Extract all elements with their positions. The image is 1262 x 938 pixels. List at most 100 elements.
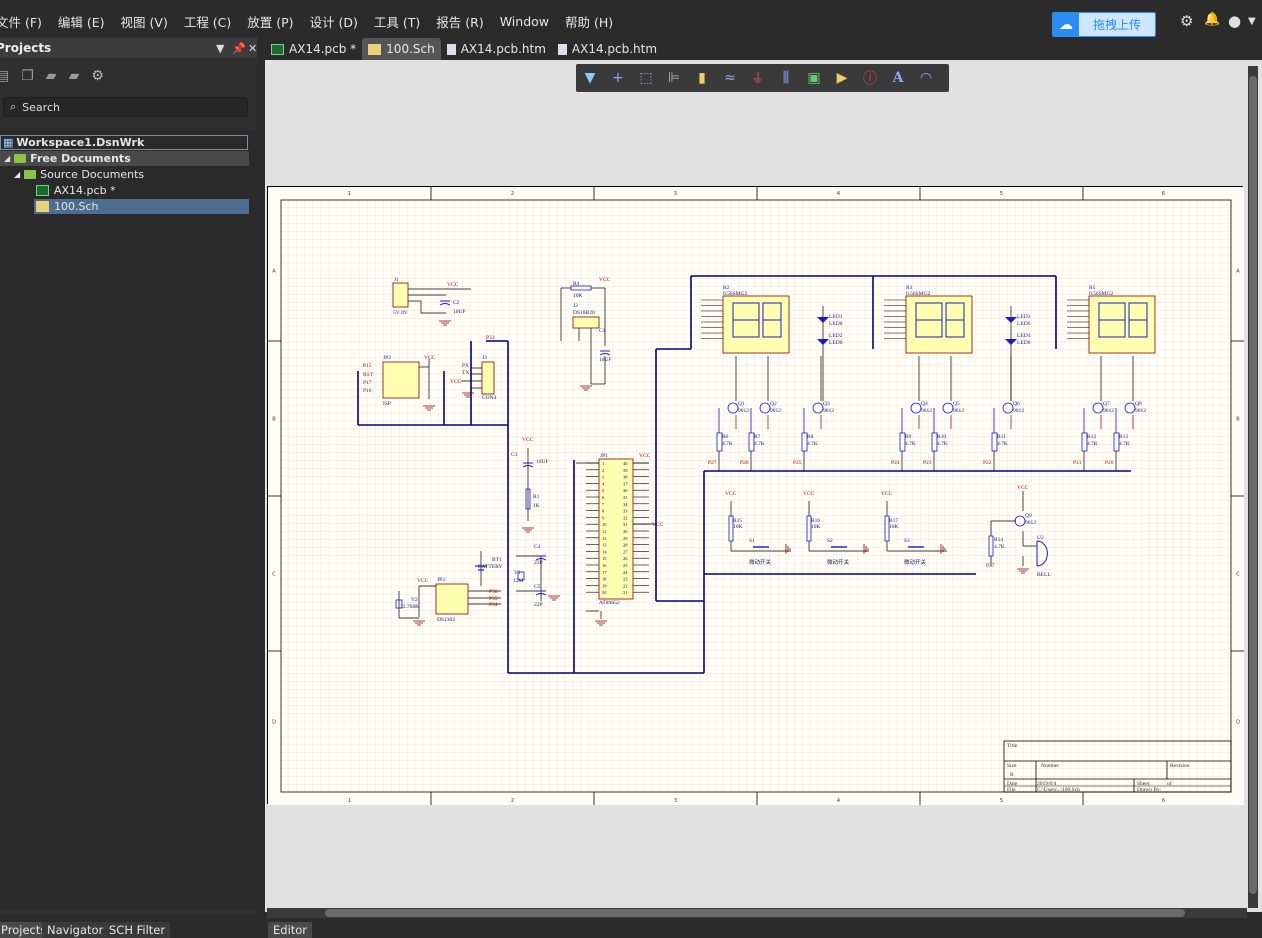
value-label: BELL — [1037, 572, 1051, 578]
menu-edit[interactable]: 编辑 (E) — [58, 12, 105, 31]
designator-label: LED3 — [1017, 314, 1031, 320]
scroll-thumb[interactable] — [325, 909, 1185, 917]
pin-number: 33 — [623, 509, 628, 514]
designator-label: U2 — [1037, 535, 1044, 541]
value-label: 微动开关 — [827, 558, 850, 566]
tab-ax14-pcb[interactable]: AX14.pcb * — [265, 38, 362, 60]
value-label: 4.7K — [722, 441, 733, 447]
menu-help[interactable]: 帮助 (H) — [565, 12, 613, 31]
pin-icon[interactable]: 📌 — [232, 42, 246, 55]
designator-label: JP1 — [600, 453, 608, 459]
align-icon[interactable]: ⊫ — [660, 70, 688, 86]
pin-number: 34 — [623, 502, 628, 507]
pin-number: 13 — [602, 543, 607, 548]
value-label: 32.768K — [400, 604, 419, 610]
tree-label: AX14.pcb * — [54, 184, 116, 197]
tree-item-100-sch[interactable]: 100.Sch — [34, 199, 249, 214]
arc-icon[interactable]: ◠ — [912, 70, 940, 86]
folder-icon — [24, 170, 37, 179]
settings-icon[interactable]: ⚙ — [91, 68, 104, 84]
wire-icon[interactable]: ≈ — [716, 70, 744, 86]
text-icon[interactable]: A — [884, 70, 912, 86]
zone-label-4: 4 — [837, 191, 840, 197]
value-label: 9012 — [1135, 408, 1146, 414]
filter-icon[interactable]: ▼ — [576, 70, 604, 86]
zone-label-1: 1 — [348, 191, 351, 197]
tree-item-workspace[interactable]: ▦ Workspace1.DsnWrk — [0, 135, 248, 150]
panel-menu-icon[interactable]: ▼ — [216, 42, 224, 55]
tab-sch-filter[interactable]: SCH Filter — [104, 922, 171, 938]
panel-toolbar: ▤ ❐ ▰ ▰ ⚙ — [0, 64, 257, 88]
header-jp2 — [382, 361, 420, 399]
crosshair-icon[interactable]: + — [604, 70, 632, 86]
menu-tools[interactable]: 工具 (T) — [374, 12, 420, 31]
chevron-down-icon[interactable]: ▼ — [1248, 16, 1256, 27]
tab-navigator[interactable]: Navigator — [42, 922, 109, 938]
value-label: LED0 — [829, 340, 843, 346]
select-rect-icon[interactable]: ⬚ — [632, 70, 660, 86]
designator-label: R4 — [573, 281, 580, 287]
pin-number: 2 — [602, 468, 604, 473]
port-icon[interactable]: ▶ — [828, 70, 856, 86]
tab-100-sch[interactable]: 100.Sch — [362, 38, 441, 60]
tree-item-ax14-pcb[interactable]: AX14.pcb * — [36, 183, 116, 198]
menu-project[interactable]: 工程 (C) — [184, 12, 231, 31]
gear-icon[interactable]: ⚙ — [1180, 12, 1193, 30]
save-icon[interactable]: ▤ — [0, 68, 9, 84]
scroll-thumb[interactable] — [1249, 76, 1257, 894]
designator-label: JP3 — [437, 577, 445, 583]
menu-window[interactable]: Window — [500, 14, 549, 29]
net-label: VCC — [652, 522, 664, 528]
upload-button[interactable]: ☁ 拖拽上传 — [1052, 12, 1156, 37]
pin-number: 11 — [602, 529, 606, 534]
net-label: P20 — [1105, 460, 1114, 466]
close-icon[interactable]: ✕ — [248, 42, 257, 55]
tree-label: 100.Sch — [54, 200, 99, 213]
tree-item-free-documents[interactable]: ◢ Free Documents — [0, 151, 249, 166]
folder-settings-icon[interactable]: ▰ — [69, 68, 80, 84]
pin-number: 22 — [623, 583, 628, 588]
designator-label: R10 — [937, 434, 946, 440]
power-port-icon[interactable]: ⏚ — [744, 68, 772, 88]
zone-label-6: 6 — [1162, 191, 1165, 197]
bell-icon[interactable]: 🔔 — [1204, 12, 1220, 27]
tree-item-source-documents[interactable]: ◢ Source Documents — [14, 167, 144, 182]
workspace-icon: ▦ — [3, 136, 14, 149]
pin-number: 10 — [602, 522, 607, 527]
zone-label-C: C — [1236, 572, 1240, 578]
pin-number: 12 — [602, 536, 607, 541]
vertical-scrollbar[interactable] — [1248, 66, 1258, 908]
component-icon[interactable]: ▮ — [688, 70, 716, 86]
tab-ax14-pcb-htm[interactable]: AX14.pcb.htm — [441, 38, 552, 60]
user-icon[interactable]: ● — [1228, 12, 1241, 30]
value-label: 0.56SMG2 — [723, 291, 748, 297]
upload-label: 拖拽上传 — [1092, 18, 1141, 32]
net-label: RST — [363, 372, 374, 378]
horizontal-scrollbar[interactable] — [267, 908, 1247, 918]
pin-number: 38 — [623, 475, 628, 480]
menu-place[interactable]: 放置 (P) — [247, 12, 293, 31]
menu-view[interactable]: 视图 (V) — [121, 12, 168, 31]
sheet-symbol-icon[interactable]: ▣ — [800, 70, 828, 86]
tab-ax14-pcb-htm-2[interactable]: AX14.pcb.htm — [552, 38, 663, 60]
expand-icon[interactable]: ◢ — [4, 154, 10, 163]
folder-search-icon[interactable]: ▰ — [46, 68, 57, 84]
designator-label: R8 — [807, 434, 814, 440]
designator-label: Q2 — [770, 401, 777, 407]
tab-editor[interactable]: Editor — [268, 922, 313, 938]
menu-design[interactable]: 设计 (D) — [310, 12, 358, 31]
value-label: 9012 — [1103, 408, 1114, 414]
menu-reports[interactable]: 报告 (R) — [436, 12, 483, 31]
search-input[interactable]: ⌕ Search — [3, 97, 248, 117]
designator-label: Q1 — [738, 401, 745, 407]
tab-label: AX14.pcb * — [289, 42, 357, 56]
menu-file[interactable]: 文件 (F) — [0, 12, 42, 31]
pin-number: 19 — [602, 583, 607, 588]
bus-icon[interactable]: ⫼ — [772, 70, 800, 86]
directive-icon[interactable]: ⓘ — [856, 68, 884, 88]
copy-icon[interactable]: ❐ — [21, 68, 34, 84]
pin-number: 40 — [623, 461, 628, 466]
net-label: P27 — [708, 460, 717, 466]
expand-icon[interactable]: ◢ — [14, 170, 20, 179]
value-label: 0.56SMG2 — [1089, 291, 1114, 297]
